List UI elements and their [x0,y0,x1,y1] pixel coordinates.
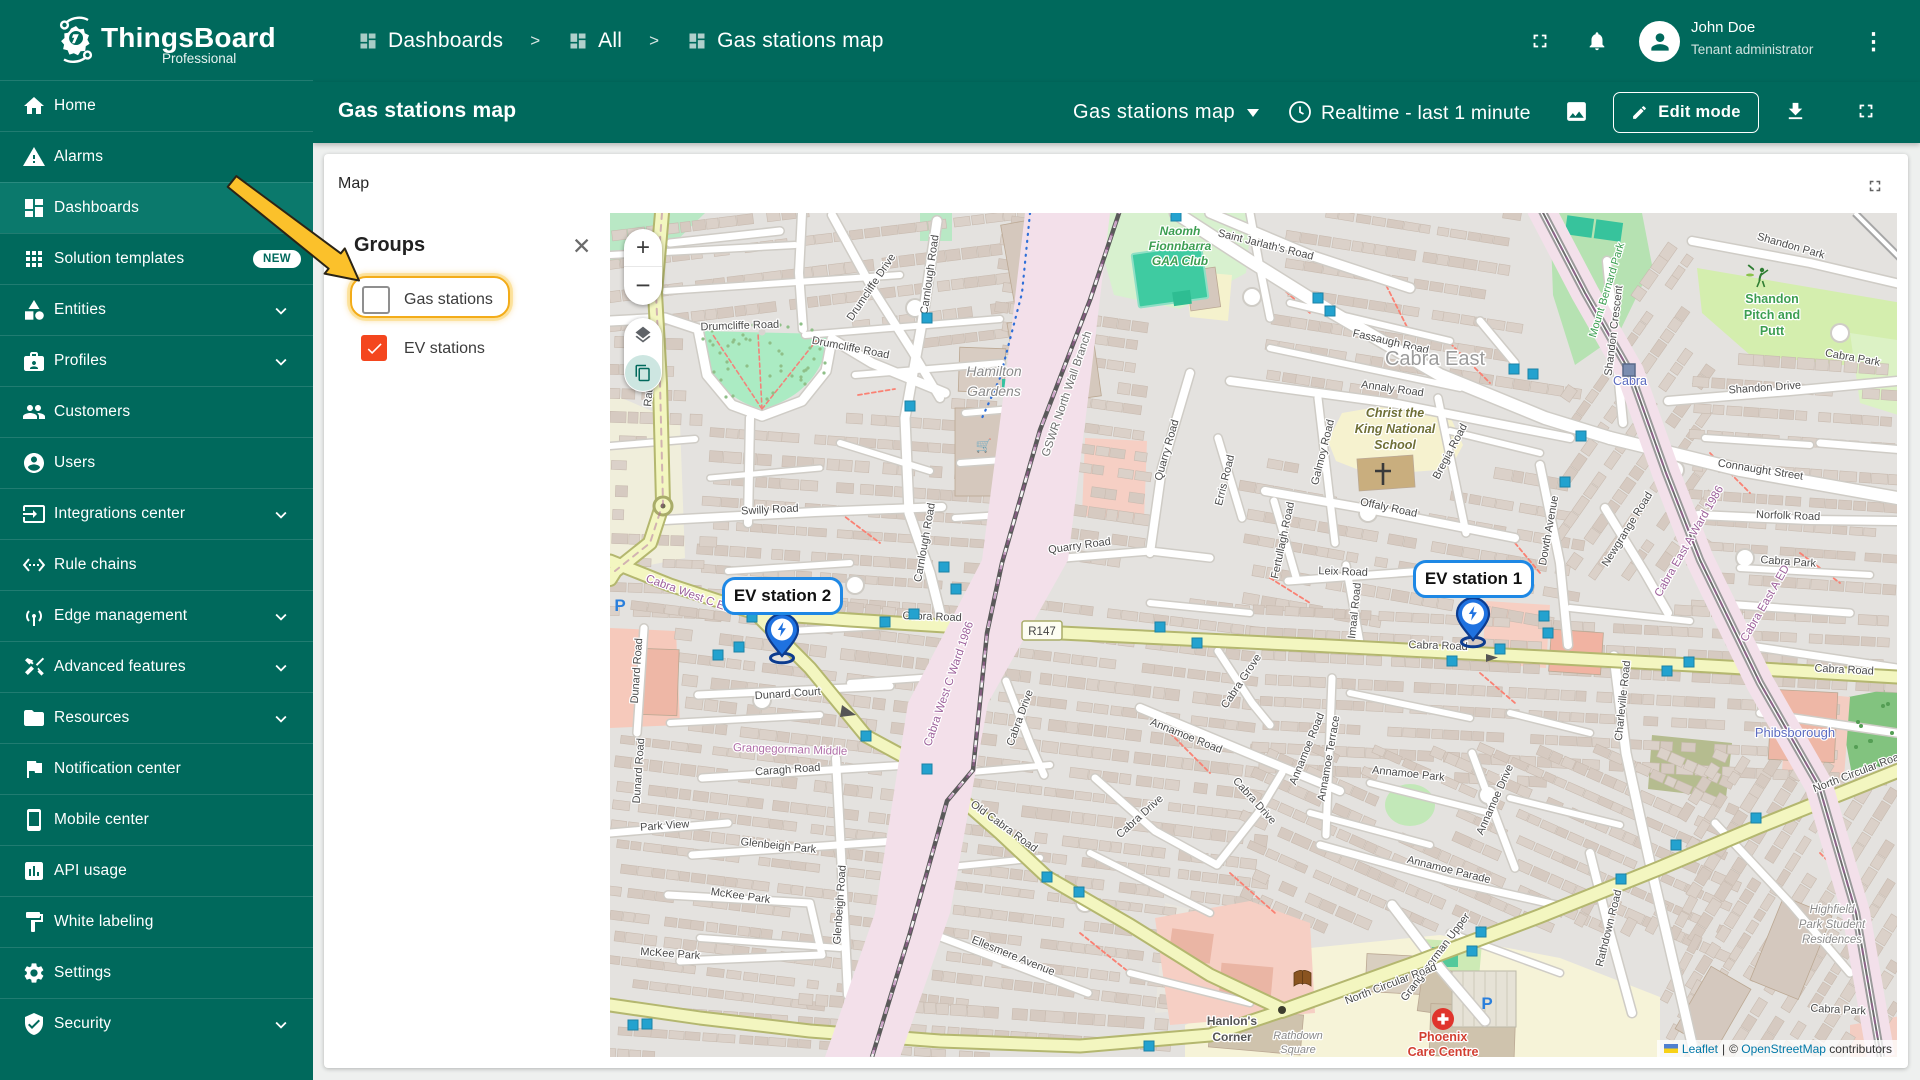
svg-text:Square: Square [1280,1044,1315,1056]
svg-text:P: P [1481,994,1492,1013]
svg-text:Hanlon's: Hanlon's [1207,1014,1258,1028]
svg-text:P: P [614,596,625,615]
svg-text:Highfield: Highfield [1810,904,1855,916]
svg-text:GAA Club: GAA Club [1152,254,1208,268]
svg-text:Park Student: Park Student [1799,919,1866,931]
svg-text:Cabra East: Cabra East [1385,348,1485,370]
svg-text:Christ the: Christ the [1366,406,1424,420]
svg-text:Corner: Corner [1212,1030,1252,1044]
svg-text:Putt: Putt [1760,324,1785,338]
svg-text:Phoenix: Phoenix [1419,1030,1468,1044]
svg-text:School: School [1374,438,1416,452]
svg-text:Fionnbarra: Fionnbarra [1149,239,1212,253]
svg-text:Gardens: Gardens [967,383,1021,399]
svg-text:Shandon: Shandon [1745,292,1798,306]
svg-text:Pitch and: Pitch and [1744,308,1800,322]
svg-text:Naomh: Naomh [1160,224,1201,238]
svg-text:🛒: 🛒 [976,438,992,453]
svg-text:Norfolk Road: Norfolk Road [1756,509,1821,523]
svg-text:Residences: Residences [1802,934,1862,946]
svg-text:Care Centre: Care Centre [1408,1045,1479,1057]
svg-text:R147: R147 [1028,626,1056,638]
svg-text:Hamilton: Hamilton [966,363,1021,379]
svg-text:Leix Road: Leix Road [1318,565,1368,579]
svg-text:Phibsborough: Phibsborough [1755,725,1835,740]
svg-text:Rathdown: Rathdown [1273,1030,1323,1042]
svg-text:King National: King National [1355,422,1436,436]
